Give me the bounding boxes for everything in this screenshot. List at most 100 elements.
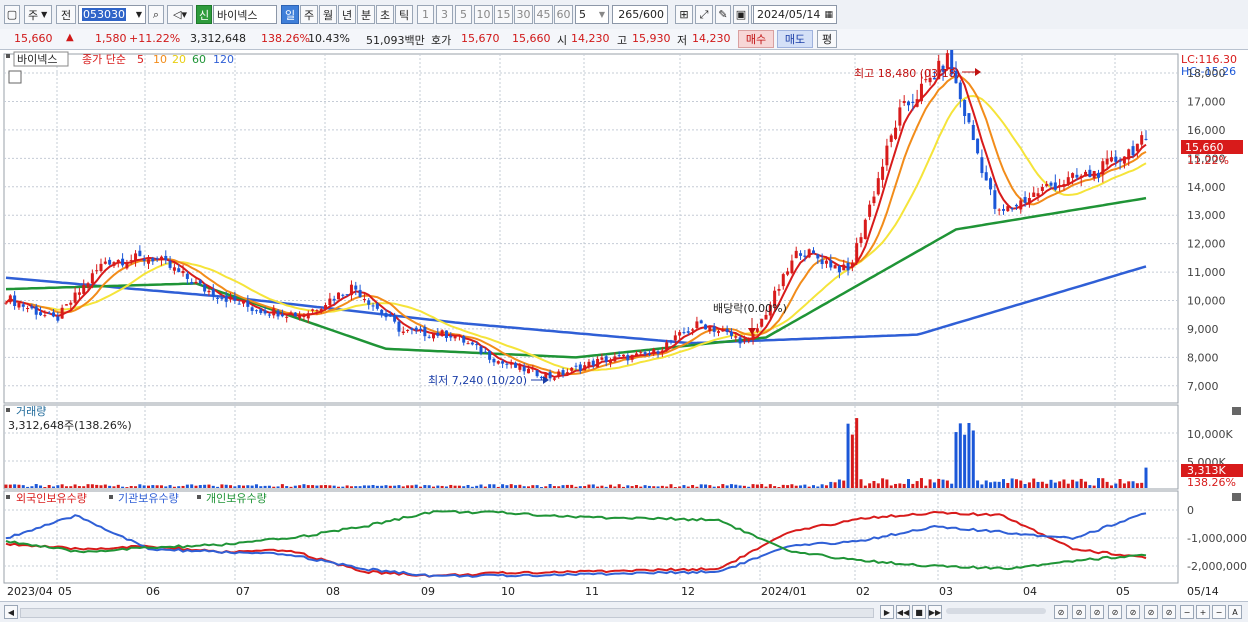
window-icon[interactable]: ▢ <box>4 5 20 24</box>
volume-bar <box>1002 479 1005 488</box>
interval-15[interactable]: 15 <box>494 5 513 24</box>
volume-panel-close-icon[interactable] <box>1232 407 1241 415</box>
period-second[interactable]: 초 <box>376 5 394 24</box>
chevron-down-icon: ▼ <box>598 10 605 19</box>
speed-slider[interactable] <box>946 608 1046 614</box>
save-icon[interactable]: ▣ <box>733 5 749 24</box>
data-count-field[interactable]: 265/600 <box>612 5 668 24</box>
table-icon[interactable] <box>8 70 22 84</box>
buy-button[interactable]: 매수 <box>738 30 774 48</box>
holder-individual-label: 개인보유수량 <box>206 492 267 505</box>
volume-bar <box>643 485 647 488</box>
prev-button[interactable]: 전 <box>56 5 76 24</box>
volume-bar <box>989 482 993 488</box>
tool-icon-4[interactable]: ⊘ <box>1108 605 1122 619</box>
tool-icon-6[interactable]: ⊘ <box>1144 605 1158 619</box>
stock-chart[interactable]: 바이넥스 종가 단순 5 10 20 60 120 LC:116.30 HC:-… <box>0 50 1248 601</box>
interval-60[interactable]: 60 <box>554 5 573 24</box>
tool-icon-2[interactable]: ⊘ <box>1072 605 1086 619</box>
period-day[interactable]: 일 <box>281 5 299 24</box>
volume-bar <box>717 486 720 488</box>
volume-bar <box>747 486 751 488</box>
volume-bar <box>919 478 923 488</box>
period-tick[interactable]: 틱 <box>395 5 413 24</box>
volume-bar <box>60 484 64 488</box>
volume-bar <box>147 485 150 488</box>
candle-body <box>246 300 250 307</box>
volume-bar <box>1075 481 1079 488</box>
speaker-icon[interactable]: ◁▾ <box>167 5 193 24</box>
period-year[interactable]: 년 <box>338 5 356 24</box>
candle-body <box>220 298 224 300</box>
zoom-in-icon[interactable]: + <box>1196 605 1210 619</box>
candle-body <box>121 258 125 266</box>
volume-bar <box>799 485 803 488</box>
indicator-icon[interactable]: ⊞ <box>675 5 693 24</box>
sell-button[interactable]: 매도 <box>777 30 813 48</box>
auto-scale-icon[interactable]: A <box>1228 605 1242 619</box>
volume-bar <box>233 486 237 488</box>
tool-icon-3[interactable]: ⊘ <box>1090 605 1104 619</box>
stop-icon[interactable]: ■ <box>912 605 926 619</box>
volume-bar <box>587 484 591 488</box>
volume-bar <box>99 485 103 488</box>
stock-name-field[interactable]: 바이넥스 <box>213 5 277 24</box>
market-type-select[interactable]: 주 ▼ <box>24 5 52 24</box>
horizontal-scrollbar[interactable] <box>20 608 874 618</box>
volume-bar <box>760 484 764 488</box>
volume-bar <box>993 481 997 488</box>
volume-bar <box>561 485 565 488</box>
candle-body <box>181 271 185 274</box>
up-arrow-icon: ▲ <box>66 32 74 43</box>
volume-bar <box>695 486 699 488</box>
interval-3[interactable]: 3 <box>436 5 453 24</box>
date-label: 05 <box>1116 585 1130 598</box>
rewind-icon[interactable]: ◀◀ <box>896 605 910 619</box>
volume-bar <box>259 486 263 488</box>
holder-panel-close-icon[interactable] <box>1232 493 1241 501</box>
candle-body <box>164 255 168 261</box>
volume-bar <box>958 423 962 488</box>
interval-input[interactable]: 5 ▼ <box>575 5 609 24</box>
volume-bar <box>656 486 660 488</box>
volume-bar <box>250 485 254 488</box>
interval-10[interactable]: 10 <box>474 5 493 24</box>
volume-bar <box>172 486 176 488</box>
tool-icon-7[interactable]: ⊘ <box>1162 605 1176 619</box>
volume-bar <box>198 485 202 488</box>
candle-body <box>337 292 340 300</box>
volume-bar <box>453 485 457 488</box>
scroll-right-icon[interactable]: ▶ <box>880 605 894 619</box>
interval-30[interactable]: 30 <box>514 5 533 24</box>
candle-body <box>686 331 690 333</box>
fast-forward-icon[interactable]: ▶▶ <box>928 605 942 619</box>
interval-5[interactable]: 5 <box>455 5 472 24</box>
evaluate-button[interactable]: 평 <box>817 30 837 48</box>
tool-icon-1[interactable]: ⊘ <box>1054 605 1068 619</box>
current-price: 15,660 <box>14 32 53 45</box>
zoom-out-icon[interactable]: − <box>1180 605 1194 619</box>
candle-body <box>1062 184 1066 187</box>
tool-icon-5[interactable]: ⊘ <box>1126 605 1140 619</box>
draw-icon[interactable]: ✎ <box>715 5 731 24</box>
minus-icon[interactable]: − <box>1212 605 1226 619</box>
period-minute[interactable]: 분 <box>357 5 375 24</box>
stock-code-input[interactable]: 053030 ▼ <box>78 5 146 24</box>
search-icon[interactable]: ⌕ <box>148 5 164 24</box>
volume-bar <box>630 486 634 488</box>
interval-1[interactable]: 1 <box>417 5 434 24</box>
compare-icon[interactable]: ⤢ <box>695 5 713 24</box>
candle-body <box>315 310 319 312</box>
period-week[interactable]: 주 <box>300 5 318 24</box>
interval-45[interactable]: 45 <box>534 5 553 24</box>
candle-body <box>626 355 630 361</box>
date-input[interactable]: 2024/05/14 ▦ <box>753 5 837 24</box>
volume-bar <box>462 486 466 488</box>
scroll-left-icon[interactable]: ◀ <box>4 605 18 619</box>
volume-bar <box>945 480 949 488</box>
candle-body <box>794 250 798 259</box>
volume-bar <box>254 484 258 488</box>
period-month[interactable]: 월 <box>319 5 337 24</box>
volume-bar <box>954 432 958 488</box>
volume-bar <box>1092 485 1096 488</box>
